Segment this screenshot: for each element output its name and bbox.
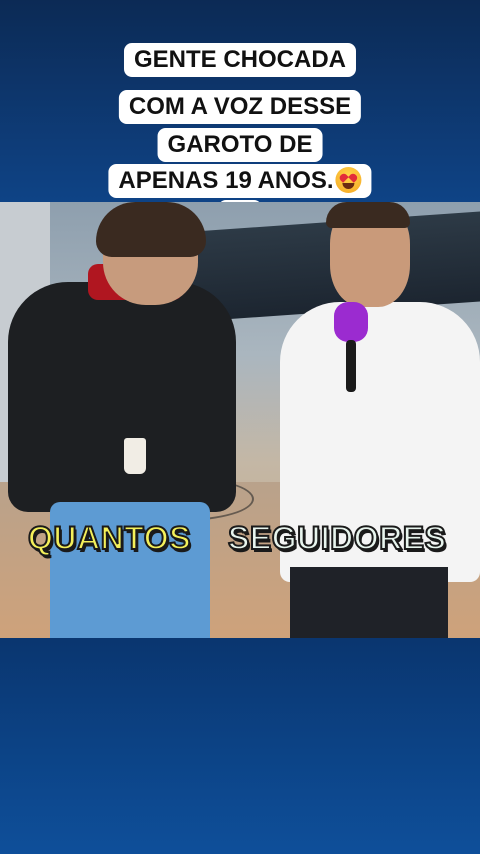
caption-line-2: COM A VOZ DESSE: [118, 90, 362, 124]
left-person-sweater: [8, 282, 236, 512]
left-person-hair: [96, 202, 206, 257]
caption-line-4-wrap: APENAS 19 ANOS.: [108, 164, 372, 198]
caption-line-1: GENTE CHOCADA: [123, 43, 357, 77]
video-frame[interactable]: [0, 202, 480, 638]
right-person-pants: [290, 567, 448, 638]
subtitle-word-2: SEGUIDORES: [227, 519, 447, 557]
caption-line-4: APENAS 19 ANOS.: [118, 167, 334, 194]
microphone-icon: [334, 302, 368, 342]
microphone-handle: [346, 340, 356, 392]
caption-line-3: GAROTO DE: [157, 128, 323, 162]
cup: [124, 438, 146, 474]
subtitle-word-1: QUANTOS: [27, 519, 191, 557]
heart-eyes-emoji-icon: [335, 167, 362, 193]
right-person-hair: [326, 202, 410, 228]
